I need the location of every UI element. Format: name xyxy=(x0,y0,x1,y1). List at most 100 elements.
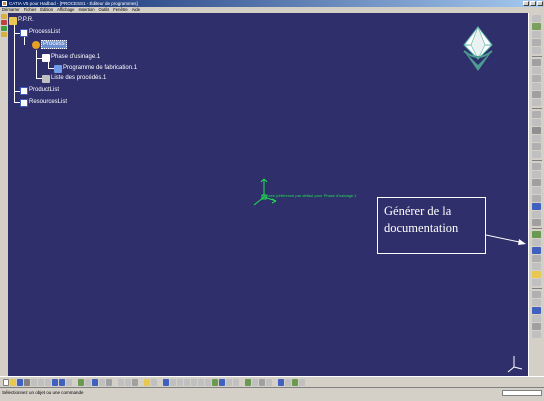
toolbar-icon[interactable] xyxy=(532,179,541,186)
tree-label-product-list: ProductList xyxy=(29,87,60,93)
tree-node-process-list[interactable]: ProcessList xyxy=(20,28,60,37)
tree-node-procedures[interactable]: Liste des procédés.1 xyxy=(42,74,106,83)
cut-icon[interactable] xyxy=(31,378,37,386)
toolbar-icon[interactable] xyxy=(532,47,541,54)
toolbar-icon[interactable] xyxy=(532,31,541,38)
shading-icon[interactable] xyxy=(219,378,225,386)
tree-node-program[interactable]: Programme de fabrication.1 xyxy=(54,64,137,73)
toolbar-icon[interactable] xyxy=(252,378,258,386)
tree-node-resources-list[interactable]: ResourcesList xyxy=(20,98,67,107)
swap-space-icon[interactable] xyxy=(233,378,239,386)
toolbar-icon[interactable] xyxy=(532,219,541,226)
toolbar-icon[interactable] xyxy=(278,378,284,386)
iso-view-icon[interactable] xyxy=(212,378,218,386)
close-button[interactable] xyxy=(537,1,543,6)
toolbar-icon[interactable] xyxy=(532,331,541,338)
toolbar-icon[interactable] xyxy=(532,59,541,66)
window-title: CATIA V5 pour Hadbad - [PROCESS1 - Édite… xyxy=(9,1,138,6)
toolbar-icon[interactable] xyxy=(532,315,541,322)
new-file-icon[interactable] xyxy=(3,378,9,386)
annotation-text: Générer de la documentation xyxy=(384,204,459,235)
toolbar-icon[interactable] xyxy=(532,211,541,218)
toolbar-icon[interactable] xyxy=(106,378,112,386)
generate-documentation-icon[interactable] xyxy=(532,247,541,254)
toolbar-icon[interactable] xyxy=(532,239,541,246)
save-icon[interactable] xyxy=(17,378,23,386)
toolbar-icon[interactable] xyxy=(99,378,105,386)
zoom-in-icon[interactable] xyxy=(191,378,197,386)
toolbar-icon[interactable] xyxy=(266,378,272,386)
toolbar-icon[interactable] xyxy=(532,151,541,158)
toolbar-icon[interactable] xyxy=(532,119,541,126)
command-input[interactable] xyxy=(502,390,542,396)
toolbar-icon[interactable] xyxy=(532,75,541,82)
toolbar-icon[interactable] xyxy=(532,271,541,278)
toolbar-icon[interactable] xyxy=(78,378,84,386)
toolbar-icon[interactable] xyxy=(292,378,298,386)
hide-show-icon[interactable] xyxy=(226,378,232,386)
toolbar-icon[interactable] xyxy=(144,378,150,386)
toolbar-icon[interactable] xyxy=(285,378,291,386)
tree-node-process[interactable]: Process xyxy=(32,40,67,49)
toolbar-icon[interactable] xyxy=(532,171,541,178)
toolbar-icon[interactable] xyxy=(532,291,541,298)
toolbar-icon[interactable] xyxy=(532,231,541,238)
rotate-icon[interactable] xyxy=(184,378,190,386)
toolbar-icon[interactable] xyxy=(532,307,541,314)
toolbar-icon[interactable] xyxy=(532,163,541,170)
fly-mode-icon[interactable] xyxy=(163,378,169,386)
toolbar-icon[interactable] xyxy=(245,378,251,386)
toolbar-icon[interactable] xyxy=(151,378,157,386)
open-file-icon[interactable] xyxy=(10,378,16,386)
callout-arrow-icon xyxy=(486,234,526,245)
toolbar-icon[interactable] xyxy=(532,39,541,46)
redo-icon[interactable] xyxy=(59,378,65,386)
help-icon[interactable] xyxy=(66,378,72,386)
toolbar-icon[interactable] xyxy=(132,378,138,386)
toolbar-icon[interactable] xyxy=(532,23,541,30)
pan-icon[interactable] xyxy=(177,378,183,386)
toolbar-icon[interactable] xyxy=(532,143,541,150)
toolbar-separator xyxy=(531,56,542,57)
toolbar-icon[interactable] xyxy=(532,111,541,118)
toolbar-icon[interactable] xyxy=(532,263,541,270)
toolbar-icon[interactable] xyxy=(125,378,131,386)
toolbar-icon[interactable] xyxy=(532,255,541,262)
maximize-button[interactable] xyxy=(530,1,536,6)
minimize-button[interactable] xyxy=(523,1,529,6)
toolbar-icon[interactable] xyxy=(532,91,541,98)
toolbar-icon[interactable] xyxy=(259,378,265,386)
toolbar-icon[interactable] xyxy=(532,135,541,142)
toolbar-icon[interactable] xyxy=(532,187,541,194)
toolbar-icon[interactable] xyxy=(92,378,98,386)
toolbar-icon[interactable] xyxy=(532,195,541,202)
tool-icon[interactable] xyxy=(1,26,7,31)
undo-icon[interactable] xyxy=(52,378,58,386)
paste-icon[interactable] xyxy=(45,378,51,386)
toolbar-icon[interactable] xyxy=(532,67,541,74)
toolbar-icon[interactable] xyxy=(532,323,541,330)
toolbar-icon[interactable] xyxy=(532,203,541,210)
tree-node-phase[interactable]: Phase d'usinage.1 xyxy=(42,53,100,62)
normal-view-icon[interactable] xyxy=(205,378,211,386)
tree-node-product-list[interactable]: ProductList xyxy=(20,86,59,95)
toolbar-icon[interactable] xyxy=(118,378,124,386)
viewport-canvas[interactable]: P.P.R. ProcessList Process Phase d'usina… xyxy=(8,13,528,376)
zoom-out-icon[interactable] xyxy=(198,378,204,386)
toolbar-icon[interactable] xyxy=(532,15,541,22)
toolbar-icon[interactable] xyxy=(532,299,541,306)
print-icon[interactable] xyxy=(24,378,30,386)
copy-icon[interactable] xyxy=(38,378,44,386)
toolbar-icon[interactable] xyxy=(532,83,541,90)
folder-icon[interactable] xyxy=(1,14,7,19)
compass-icon[interactable] xyxy=(458,25,498,73)
tree-node-ppr[interactable]: P.P.R. xyxy=(9,16,34,25)
fit-all-icon[interactable] xyxy=(170,378,176,386)
toolbar-icon[interactable] xyxy=(532,279,541,286)
toolbar-icon[interactable] xyxy=(532,99,541,106)
toolbar-icon[interactable] xyxy=(532,127,541,134)
toolbar-icon[interactable] xyxy=(299,378,305,386)
setup-icon[interactable] xyxy=(1,32,7,37)
part-icon[interactable] xyxy=(1,20,7,25)
toolbar-icon[interactable] xyxy=(85,378,91,386)
